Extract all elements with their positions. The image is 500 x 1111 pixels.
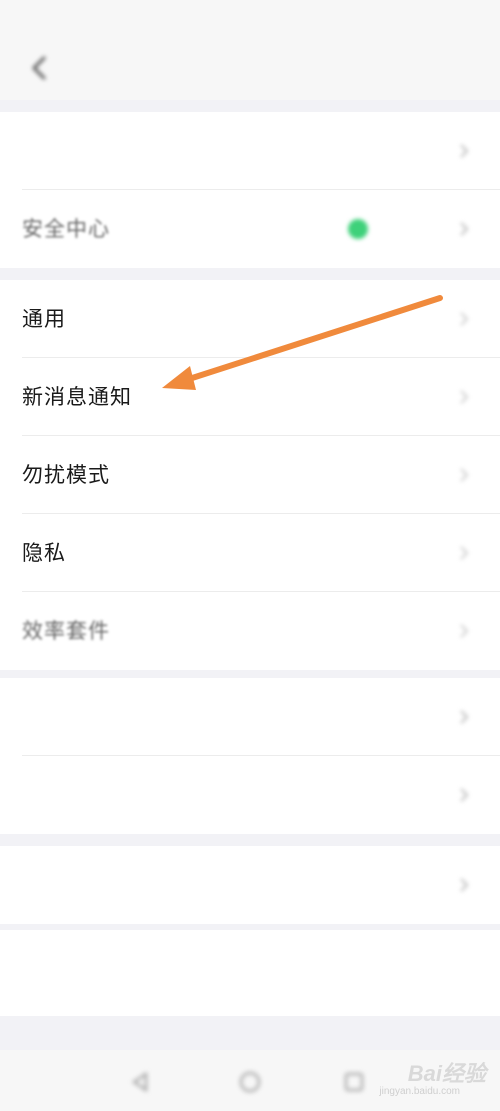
settings-item-plugins[interactable] <box>0 846 500 924</box>
settings-item-label: 安全中心 <box>22 217 110 241</box>
home-circle-icon[interactable] <box>238 1070 262 1094</box>
settings-group-plugins <box>0 846 500 924</box>
chevron-right-icon <box>460 878 469 892</box>
chevron-right-icon <box>460 788 469 802</box>
logout-button[interactable] <box>0 930 500 1016</box>
settings-item-label: 效率套件 <box>22 619 110 643</box>
settings-item-privacy[interactable]: 隐私 <box>0 514 500 592</box>
green-dot-icon <box>348 219 368 239</box>
settings-item-efficiency-suite[interactable]: 效率套件 <box>0 592 500 670</box>
settings-item-label: 隐私 <box>22 541 66 565</box>
chevron-right-icon <box>460 312 469 326</box>
settings-item-security-center[interactable]: 安全中心 <box>0 190 500 268</box>
back-button[interactable] <box>22 50 58 86</box>
settings-group-help-about <box>0 678 500 834</box>
back-triangle-icon[interactable] <box>128 1070 152 1094</box>
chevron-right-icon <box>460 144 469 158</box>
settings-item-help-feedback[interactable] <box>0 678 500 756</box>
chevron-right-icon <box>460 624 469 638</box>
chevron-left-icon <box>32 56 46 80</box>
settings-item-label: 新消息通知 <box>22 385 132 409</box>
settings-item-general[interactable]: 通用 <box>0 280 500 358</box>
settings-item-account[interactable] <box>0 112 500 190</box>
settings-group-general: 通用 新消息通知 勿扰模式 隐私 效率套件 <box>0 280 500 670</box>
chevron-right-icon <box>460 546 469 560</box>
chevron-right-icon <box>460 222 469 236</box>
watermark-logo: Bai经验 <box>407 1061 486 1086</box>
chevron-right-icon <box>460 710 469 724</box>
settings-item-new-message-notification[interactable]: 新消息通知 <box>0 358 500 436</box>
settings-item-about[interactable] <box>0 756 500 834</box>
settings-group-account: 安全中心 <box>0 112 500 268</box>
settings-item-do-not-disturb[interactable]: 勿扰模式 <box>0 436 500 514</box>
status-bar <box>0 0 500 36</box>
recents-square-icon[interactable] <box>342 1070 366 1094</box>
settings-item-label: 勿扰模式 <box>22 463 110 487</box>
chevron-right-icon <box>460 468 469 482</box>
settings-screen: 安全中心 通用 新消息通知 勿扰模式 隐私 效率套件 Bai经验 jingyan… <box>0 0 500 1111</box>
watermark-url: jingyan.baidu.com <box>379 1086 460 1097</box>
nav-bar <box>0 36 500 100</box>
chevron-right-icon <box>460 390 469 404</box>
settings-item-label: 通用 <box>22 307 66 331</box>
